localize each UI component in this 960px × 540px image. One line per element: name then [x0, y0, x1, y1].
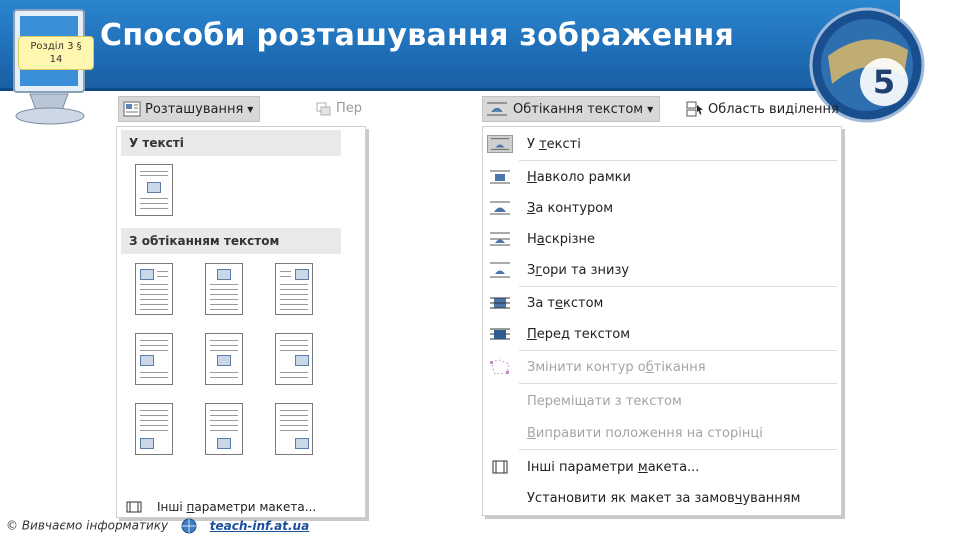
- position-option-bottom-right[interactable]: [275, 403, 313, 455]
- more-layout-options-label: Інші параметри макета...: [157, 500, 317, 514]
- menu-separator: [519, 350, 837, 351]
- wrap-square-icon: [490, 170, 510, 184]
- header-underline: [0, 88, 900, 91]
- set-default-layout-item[interactable]: Установити як макет за замовчуванням: [483, 483, 841, 513]
- wrap-through-label: Наскрізне: [527, 231, 596, 247]
- position-toolbar: Розташування ▼ Пер: [116, 92, 370, 126]
- wrap-text-menu: У тексті Навколо рамки За контуром Наскр…: [482, 126, 842, 516]
- wrap-option-through[interactable]: Наскрізне: [483, 224, 841, 254]
- position-icon: [123, 101, 141, 117]
- position-option-middle-right[interactable]: [275, 333, 313, 385]
- set-default-layout-label: Установити як макет за замовчуванням: [527, 490, 801, 506]
- bring-forward-label: Пер: [336, 101, 363, 116]
- section-line-1: Розділ 3 §: [30, 41, 82, 52]
- wrap-option-behind-text[interactable]: За текстом: [483, 288, 841, 318]
- page-title: Способи розташування зображення: [100, 18, 735, 53]
- selection-pane-button[interactable]: Область виділення: [686, 101, 839, 117]
- wrap-toolbar: Обтікання текстом ▼ Область виділення: [480, 92, 846, 126]
- bring-forward-icon: [316, 102, 331, 115]
- globe-icon: [181, 518, 197, 534]
- position-option-top-center[interactable]: [205, 263, 243, 315]
- selection-pane-icon: [686, 101, 703, 117]
- menu-separator: [519, 383, 837, 384]
- wrap-text-icon: [487, 102, 507, 116]
- position-option-top-right[interactable]: [275, 263, 313, 315]
- wrap-inline-label: У тексті: [527, 136, 581, 152]
- wrap-in-front-label: Перед текстом: [527, 326, 631, 342]
- fix-position-item[interactable]: Виправити положення на сторінці: [483, 418, 841, 448]
- footer: © Вивчаємо інформатику teach-inf.at.ua: [6, 518, 309, 534]
- chevron-down-icon: ▼: [647, 104, 654, 114]
- wrap-top-bottom-icon: [490, 262, 510, 278]
- edit-wrap-points-icon: [490, 359, 510, 375]
- move-with-text-label: Переміщати з текстом: [527, 393, 682, 409]
- edit-wrap-points-item[interactable]: Змінити контур обтікання: [483, 352, 841, 382]
- menu-separator: [519, 286, 837, 287]
- chevron-down-icon: ▼: [247, 104, 254, 114]
- layout-options-icon: [492, 460, 508, 474]
- section-badge: Розділ 3 § 14: [18, 36, 94, 70]
- wrap-option-top-bottom[interactable]: Згори та знизу: [483, 255, 841, 285]
- position-option-middle-center[interactable]: [205, 333, 243, 385]
- position-button-label: Розташування: [145, 101, 244, 117]
- footer-copyright: © Вивчаємо інформатику: [6, 518, 169, 533]
- blank-icon: [487, 489, 513, 507]
- wrap-tight-icon: [490, 201, 510, 215]
- blank-icon: [487, 392, 513, 410]
- wrap-text-dropdown-panel: Обтікання текстом ▼ Область виділення У …: [480, 92, 846, 520]
- bring-forward-button[interactable]: Пер: [316, 101, 362, 116]
- blank-icon: [487, 424, 513, 442]
- position-button[interactable]: Розташування ▼: [118, 96, 261, 122]
- menu-separator: [519, 160, 837, 161]
- wrap-square-label: Навколо рамки: [527, 169, 631, 185]
- footer-link[interactable]: teach-inf.at.ua: [210, 519, 309, 533]
- wrap-behind-icon: [490, 297, 510, 309]
- position-option-inline[interactable]: [135, 164, 173, 216]
- section-wrap-header: З обтіканням текстом: [121, 228, 341, 254]
- wrap-top-bottom-label: Згори та знизу: [527, 262, 630, 278]
- logo-number: 5: [873, 63, 895, 101]
- wrap-in-front-icon: [490, 328, 510, 340]
- more-layout-options-item[interactable]: Інші параметри макета...: [483, 452, 841, 482]
- more-layout-options-label: Інші параметри макета...: [527, 459, 700, 475]
- wrap-inline-icon: [487, 135, 513, 153]
- wrap-option-inline[interactable]: У тексті: [483, 129, 841, 159]
- position-option-top-left[interactable]: [135, 263, 173, 315]
- move-with-text-item[interactable]: Переміщати з текстом: [483, 386, 841, 416]
- wrap-text-button-label: Обтікання текстом: [513, 101, 644, 117]
- edit-wrap-points-label: Змінити контур обтікання: [527, 359, 706, 375]
- position-menu: У тексті З обтіканням текстом Інші парам…: [116, 126, 366, 518]
- selection-pane-label: Область виділення: [708, 101, 839, 117]
- section-inline-header: У тексті: [121, 130, 341, 156]
- menu-separator: [519, 449, 837, 450]
- position-option-bottom-center[interactable]: [205, 403, 243, 455]
- layout-options-icon: [126, 501, 142, 513]
- wrap-through-icon: [490, 232, 510, 246]
- position-option-bottom-left[interactable]: [135, 403, 173, 455]
- fix-position-label: Виправити положення на сторінці: [527, 425, 763, 441]
- position-option-middle-left[interactable]: [135, 333, 173, 385]
- position-dropdown-panel: Розташування ▼ Пер У тексті З обтіканням…: [116, 92, 370, 520]
- wrap-behind-label: За текстом: [527, 295, 604, 311]
- wrap-option-in-front[interactable]: Перед текстом: [483, 319, 841, 349]
- wrap-tight-label: За контуром: [527, 200, 614, 216]
- section-line-2: 14: [49, 54, 63, 65]
- more-layout-options-item[interactable]: Інші параметри макета...: [117, 495, 365, 519]
- wrap-option-square[interactable]: Навколо рамки: [483, 162, 841, 192]
- wrap-text-button[interactable]: Обтікання текстом ▼: [482, 96, 661, 122]
- wrap-option-tight[interactable]: За контуром: [483, 193, 841, 223]
